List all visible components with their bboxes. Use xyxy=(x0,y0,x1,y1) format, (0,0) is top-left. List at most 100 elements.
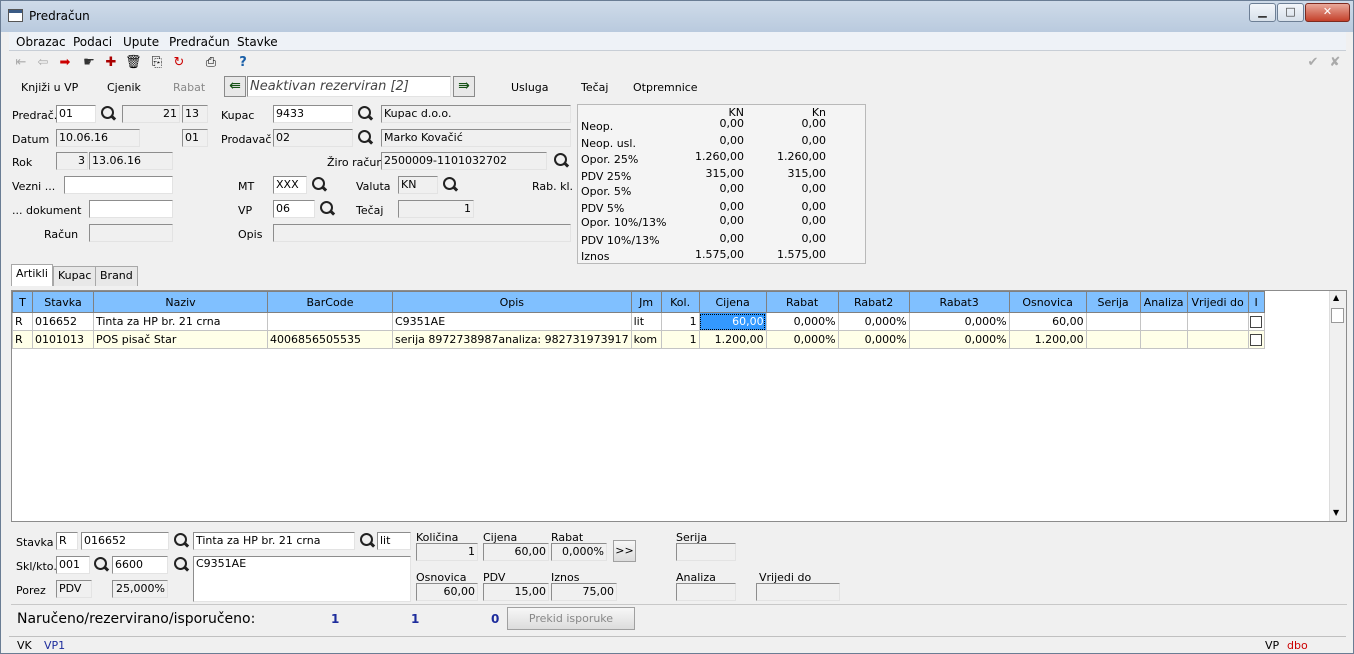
valuta-field[interactable]: KN xyxy=(398,176,438,194)
cell-i[interactable] xyxy=(1247,330,1265,349)
cell-t[interactable]: R xyxy=(12,330,33,349)
cell-t[interactable]: R xyxy=(12,312,33,331)
mt-field[interactable]: XXX xyxy=(273,176,307,194)
menu-predracun[interactable]: Predračun xyxy=(169,35,230,49)
cell-i[interactable] xyxy=(1247,312,1265,331)
otpremnice-button[interactable]: Otpremnice xyxy=(633,81,698,94)
search-icon[interactable] xyxy=(309,175,329,195)
column-header[interactable]: Osnovica xyxy=(1008,291,1087,313)
row-checkbox[interactable] xyxy=(1250,334,1263,346)
cell-osnovica[interactable]: 1.200,00 xyxy=(1008,330,1087,349)
search-icon[interactable] xyxy=(317,199,337,219)
maximize-button[interactable]: □ xyxy=(1277,3,1304,22)
serija-field[interactable] xyxy=(676,543,736,561)
more-button[interactable]: >> xyxy=(613,540,636,562)
next-icon[interactable]: ➡ xyxy=(57,55,73,70)
rok-days-field[interactable]: 3 xyxy=(56,152,88,170)
column-header[interactable]: Cijena xyxy=(698,291,767,313)
cell-rabat[interactable]: 0,000% xyxy=(765,312,839,331)
cell-rabat2[interactable]: 0,000% xyxy=(837,330,910,349)
column-header[interactable]: Serija xyxy=(1085,291,1141,313)
cell-serija[interactable] xyxy=(1085,330,1141,349)
tab-kupac[interactable]: Kupac xyxy=(53,266,97,286)
table-row[interactable]: R 0101013 POS pisač Star 4006856505535 s… xyxy=(12,330,1265,349)
menu-podaci[interactable]: Podaci xyxy=(73,35,112,49)
menu-stavke[interactable]: Stavke xyxy=(237,35,278,49)
cell-opis[interactable]: C9351AE xyxy=(392,312,632,331)
cell-rabat[interactable]: 0,000% xyxy=(765,330,839,349)
detail-porez-field[interactable]: PDV xyxy=(56,580,92,598)
prekid-isporuke-button[interactable]: Prekid isporuke xyxy=(507,607,635,630)
column-header[interactable]: Vrijedi do xyxy=(1186,291,1249,313)
ziro-field[interactable]: 2500009-1101032702 xyxy=(381,152,547,170)
first-icon[interactable]: ⇤ xyxy=(13,55,29,70)
cell-analiza[interactable] xyxy=(1139,330,1188,349)
search-icon[interactable] xyxy=(440,175,460,195)
search-icon[interactable] xyxy=(171,531,191,551)
column-header[interactable]: BarCode xyxy=(267,291,393,313)
vertical-scrollbar[interactable]: ▲ ▼ xyxy=(1329,291,1346,521)
cell-vrijedi[interactable] xyxy=(1186,330,1249,349)
vrijedi-field[interactable] xyxy=(756,583,840,601)
search-icon[interactable] xyxy=(355,104,375,124)
kupac-code-field[interactable]: 9433 xyxy=(273,105,353,123)
table-row[interactable]: R 016652 Tinta za HP br. 21 crna C9351AE… xyxy=(12,312,1265,331)
cell-jm[interactable]: lit xyxy=(630,312,662,331)
rabat-field[interactable]: 0,000% xyxy=(551,543,607,561)
cell-jm[interactable]: kom xyxy=(630,330,662,349)
detail-stavka-code[interactable]: 016652 xyxy=(81,532,169,550)
cell-rabat2[interactable]: 0,000% xyxy=(837,312,910,331)
tab-artikli[interactable]: Artikli xyxy=(11,264,53,286)
detail-skl-field[interactable]: 001 xyxy=(56,556,90,574)
vezni-field[interactable] xyxy=(64,176,173,194)
copy-icon[interactable]: ⎘ xyxy=(149,55,165,70)
search-icon[interactable] xyxy=(91,555,111,575)
cjenik-button[interactable]: Cjenik xyxy=(107,81,141,94)
detail-opis-field[interactable]: C9351AE xyxy=(193,556,411,602)
prev-record-button[interactable]: ⇚ xyxy=(224,76,246,97)
cell-barcode[interactable]: 4006856505535 xyxy=(267,330,393,349)
cell-osnovica[interactable]: 60,00 xyxy=(1008,312,1087,331)
column-header[interactable]: Analiza xyxy=(1139,291,1188,313)
minimize-button[interactable]: ▁ xyxy=(1249,3,1276,22)
column-header[interactable]: Stavka xyxy=(32,291,94,313)
last-icon[interactable]: ☛ xyxy=(81,55,97,70)
predrac-code-field[interactable]: 01 xyxy=(56,105,96,123)
rabat-button[interactable]: Rabat xyxy=(173,81,205,94)
close-button[interactable]: ✕ xyxy=(1305,3,1350,22)
cell-vrijedi[interactable] xyxy=(1186,312,1249,331)
cell-kol[interactable]: 1 xyxy=(660,312,700,331)
row-checkbox[interactable] xyxy=(1250,316,1263,328)
cancel-icon[interactable]: ✘ xyxy=(1327,55,1343,70)
cell-analiza[interactable] xyxy=(1139,312,1188,331)
help-icon[interactable]: ? xyxy=(235,55,251,70)
column-header[interactable]: Opis xyxy=(392,291,632,313)
cell-naziv[interactable]: Tinta za HP br. 21 crna xyxy=(93,312,268,331)
menu-obrazac[interactable]: Obrazac xyxy=(16,35,66,49)
print-icon[interactable]: ⎙ xyxy=(203,55,219,70)
column-header[interactable]: Rabat3 xyxy=(908,291,1010,313)
knjizi-button[interactable]: Knjiži u VP xyxy=(21,81,78,94)
column-header[interactable]: T xyxy=(12,291,33,313)
column-header[interactable]: Rabat xyxy=(765,291,839,313)
menu-upute[interactable]: Upute xyxy=(123,35,159,49)
detail-jm[interactable]: lit xyxy=(377,532,411,550)
analiza-field[interactable] xyxy=(676,583,736,601)
cell-cijena[interactable]: 1.200,00 xyxy=(698,330,767,349)
scroll-down-icon[interactable]: ▼ xyxy=(1333,508,1339,517)
refresh-icon[interactable]: ↻ xyxy=(171,55,187,70)
cijena-field[interactable]: 60,00 xyxy=(483,543,549,561)
new-record-icon[interactable]: ✚ xyxy=(103,55,119,70)
cell-rabat3[interactable]: 0,000% xyxy=(908,312,1010,331)
search-icon[interactable] xyxy=(551,151,571,171)
search-icon[interactable] xyxy=(171,555,191,575)
usluga-button[interactable]: Usluga xyxy=(511,81,549,94)
column-header[interactable]: Kol. xyxy=(660,291,700,313)
cell-stavka[interactable]: 016652 xyxy=(32,312,94,331)
cell-stavka[interactable]: 0101013 xyxy=(32,330,94,349)
search-icon[interactable] xyxy=(357,531,377,551)
cell-opis[interactable]: serija 8972738987analiza: 982731973917 xyxy=(392,330,632,349)
datum-field[interactable]: 10.06.16 xyxy=(56,129,140,147)
cell-barcode[interactable] xyxy=(267,312,393,331)
scroll-thumb[interactable] xyxy=(1331,308,1344,323)
